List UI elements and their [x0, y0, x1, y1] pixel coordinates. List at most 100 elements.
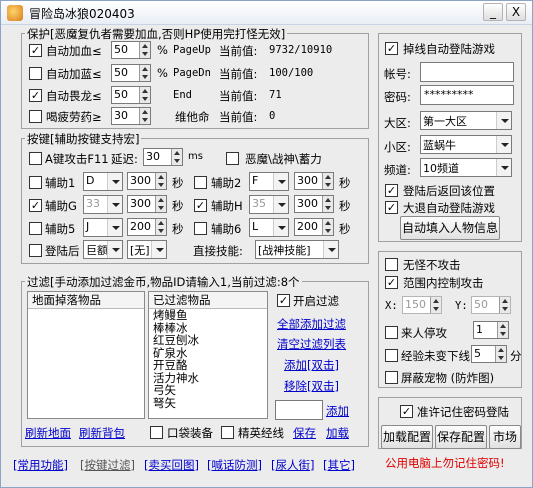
enable-filter-checkbox[interactable]: ✓ — [277, 294, 290, 307]
minimize-button[interactable]: _ — [483, 3, 503, 21]
aux5-stepper[interactable]: 200 — [127, 218, 167, 236]
after-login-checkbox[interactable] — [29, 244, 42, 257]
disconnect-login-checkbox[interactable]: ✓ — [385, 42, 398, 55]
direct-skill-select[interactable]: [战神技能] — [255, 240, 339, 259]
tab-shout[interactable]: [喊话防测] — [207, 457, 262, 473]
add-all-filter-link[interactable]: 全部添加过滤 — [277, 316, 346, 332]
tab-other[interactable]: [其它] — [323, 457, 355, 473]
y-stepper[interactable]: 50 — [471, 296, 511, 314]
list-item[interactable]: 弩矢 — [153, 396, 199, 410]
aux1-stepper[interactable]: 300 — [127, 172, 167, 190]
fatigue-potion-checkbox[interactable] — [29, 110, 42, 123]
x-label: X: — [385, 300, 398, 312]
auto-mp-value: 100/100 — [269, 67, 314, 79]
auxg-checkbox[interactable]: ✓ — [29, 199, 42, 212]
exp-offline-stepper[interactable]: 5 — [471, 345, 507, 363]
quit-login-checkbox[interactable]: ✓ — [385, 201, 398, 214]
auto-mp-stepper[interactable]: 50 — [111, 64, 151, 82]
list-item[interactable]: 弓矢 — [153, 384, 199, 397]
return-position-checkbox[interactable]: ✓ — [385, 184, 398, 197]
y-label: Y: — [455, 300, 468, 312]
tab-key-filter[interactable]: [按键过滤] — [80, 457, 135, 473]
auxh-checkbox[interactable]: ✓ — [194, 199, 207, 212]
exp-offline-label: 经验未变下线 — [401, 349, 470, 363]
a-attack-label: A键攻击F11 — [45, 152, 109, 166]
password-input[interactable]: ********* — [420, 85, 514, 105]
save-config-button[interactable]: 保存配置 — [435, 425, 487, 449]
fatigue-potion-value: 0 — [269, 110, 276, 122]
auxh-key-select[interactable]: 35 — [249, 195, 289, 214]
auxg-key-select[interactable]: 33 — [83, 195, 123, 214]
tab-buy-sell[interactable]: [卖买回图] — [144, 457, 199, 473]
stop-on-player-stepper[interactable]: 1 — [473, 321, 509, 339]
exp-offline-checkbox[interactable] — [385, 349, 398, 362]
auto-hp-key: PageUp — [173, 44, 211, 56]
refresh-bag-link[interactable]: 刷新背包 — [79, 425, 125, 441]
quit-login-label: 大退自动登陆游戏 — [403, 201, 495, 215]
tab-common[interactable]: [常用功能] — [13, 457, 68, 473]
no-monster-no-attack-checkbox[interactable] — [385, 258, 398, 271]
add-link[interactable]: 添加 — [326, 403, 349, 419]
list-item[interactable]: 开豆酪 — [153, 359, 199, 372]
auxg-stepper[interactable]: 300 — [127, 195, 167, 213]
aux6-stepper[interactable]: 200 — [294, 218, 334, 236]
auto-dragon-cur-label: 当前值: — [219, 89, 258, 103]
remove-dblclick-link[interactable]: 移除[双击] — [284, 378, 339, 394]
ground-items-list[interactable]: 地面掉落物品 — [27, 291, 145, 419]
after-login-select-1[interactable]: 巨额 — [83, 240, 123, 259]
save-filter-link[interactable]: 保存 — [293, 425, 316, 441]
refresh-ground-link[interactable]: 刷新地面 — [25, 425, 71, 441]
filtered-items-list[interactable]: 已过滤物品 烤鳗鱼 棒棒冰 红豆刨冰 矿泉水 开豆酪 活力神水 弓矢 弩矢 — [148, 291, 268, 419]
account-label: 帐号: — [384, 67, 411, 81]
auto-dragon-stepper[interactable]: 50 — [111, 86, 151, 104]
auto-hp-checkbox[interactable]: ✓ — [29, 44, 42, 57]
aux5-label: 辅助5 — [45, 222, 76, 236]
aux2-key-select[interactable]: F — [249, 172, 289, 191]
fatigue-potion-stepper[interactable]: 30 — [111, 107, 151, 125]
auto-hp-stepper[interactable]: 50 — [111, 41, 151, 59]
load-filter-link[interactable]: 加载 — [326, 425, 349, 441]
filter-item-input[interactable] — [275, 400, 323, 420]
list-item[interactable]: 烤鳗鱼 — [153, 309, 199, 322]
a-attack-checkbox[interactable] — [29, 152, 42, 165]
auto-dragon-value: 71 — [269, 89, 282, 101]
aux6-checkbox[interactable] — [194, 222, 207, 235]
delay-stepper[interactable]: 30 — [143, 148, 183, 166]
pocket-equip-checkbox[interactable] — [150, 426, 163, 439]
market-button[interactable]: 市场 — [489, 425, 521, 449]
auto-dragon-label: 自动畏龙≤ — [46, 89, 102, 103]
elite-checkbox[interactable] — [221, 426, 234, 439]
no-monster-no-attack-label: 无怪不攻击 — [403, 258, 461, 272]
auxg-unit: 秒 — [172, 199, 184, 213]
aux1-key-select[interactable]: D — [83, 172, 123, 191]
channel-select[interactable]: 10频道 — [420, 158, 512, 177]
tab-street[interactable]: [尿人街] — [271, 457, 314, 473]
direct-skill-label: 直接技能: — [193, 244, 243, 258]
demon-checkbox[interactable] — [226, 152, 239, 165]
aux5-key-select[interactable]: J — [83, 218, 123, 237]
block-pet-checkbox[interactable] — [385, 371, 398, 384]
remember-password-checkbox[interactable]: ✓ — [400, 405, 413, 418]
aux1-checkbox[interactable] — [29, 176, 42, 189]
auto-dragon-checkbox[interactable]: ✓ — [29, 89, 42, 102]
auto-mp-checkbox[interactable] — [29, 67, 42, 80]
auto-hp-value: 9732/10910 — [269, 44, 333, 56]
list-item[interactable]: 红豆刨冰 — [153, 334, 199, 347]
aux2-stepper[interactable]: 300 — [294, 172, 334, 190]
close-button[interactable]: X — [506, 3, 526, 21]
after-login-select-2[interactable]: [无] — [127, 240, 167, 259]
load-config-button[interactable]: 加载配置 — [381, 425, 433, 449]
aux6-key-select[interactable]: L — [249, 218, 289, 237]
range-control-checkbox[interactable]: ✓ — [385, 276, 398, 289]
stop-on-player-checkbox[interactable] — [385, 326, 398, 339]
auto-fill-character-button[interactable]: 自动填入人物信息 — [400, 216, 500, 240]
x-stepper[interactable]: 150 — [402, 296, 442, 314]
aux2-checkbox[interactable] — [194, 176, 207, 189]
zone-select[interactable]: 蓝蜗牛 — [420, 135, 512, 154]
region-select[interactable]: 第一大区 — [420, 111, 512, 130]
add-dblclick-link[interactable]: 添加[双击] — [284, 357, 339, 373]
account-input[interactable] — [420, 62, 514, 82]
aux5-checkbox[interactable] — [29, 222, 42, 235]
auxh-stepper[interactable]: 300 — [294, 195, 334, 213]
clear-filter-link[interactable]: 清空过滤列表 — [277, 336, 346, 352]
